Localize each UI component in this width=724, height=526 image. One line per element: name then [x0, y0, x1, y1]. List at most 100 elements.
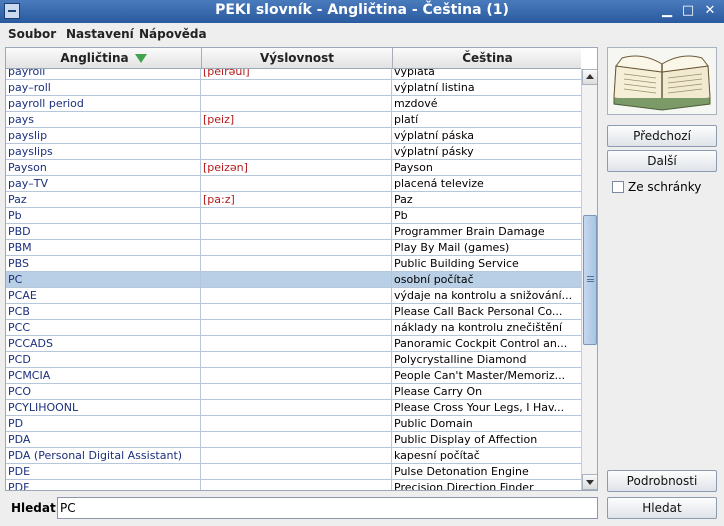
table-row[interactable]: PCD Polycrystalline Diamond	[6, 352, 581, 368]
cell-english: PCAE	[6, 288, 201, 303]
table-row[interactable]: PDA (Personal Digital Assistant) kapesní …	[6, 448, 581, 464]
cell-czech: Precision Direction Finder	[394, 481, 534, 491]
table-row[interactable]: Payson [peizən] Payson	[6, 160, 581, 176]
cell-czech: Public Building Service	[394, 257, 519, 270]
menu-nastaveni[interactable]: Nastavení	[66, 27, 134, 41]
cell-czech: Play By Mail (games)	[394, 241, 510, 254]
table-row[interactable]: PCMCIA People Can't Master/Memoriz...	[6, 368, 581, 384]
table-body: payroll [peirəul] výplata pay–roll výplatní …	[6, 69, 581, 491]
table-row[interactable]: PDF Precision Direction Finder	[6, 480, 581, 491]
cell-czech: výplatní pásky	[394, 145, 474, 158]
cell-english: PCO	[6, 384, 201, 399]
menu-soubor[interactable]: Soubor	[8, 27, 56, 41]
details-button[interactable]: Podrobnosti	[607, 470, 717, 492]
table-row[interactable]: PCYLIHOONL Please Cross Your Legs, I Hav.…	[6, 400, 581, 416]
table-row[interactable]: payroll period mzdové	[6, 96, 581, 112]
cell-english: Paz	[6, 192, 201, 207]
cell-english: PCMCIA	[6, 368, 201, 383]
cell-czech: Pb	[394, 209, 408, 222]
cell-english: PBM	[6, 240, 201, 255]
cell-english: payroll	[6, 69, 201, 79]
arrow-down-icon	[586, 480, 594, 485]
cell-czech: mzdové	[394, 97, 438, 110]
minimize-button[interactable]: ▁	[659, 3, 675, 19]
cell-english: PCB	[6, 304, 201, 319]
cell-czech: placená televize	[394, 177, 484, 190]
table-row[interactable]: PCB Please Call Back Personal Co...	[6, 304, 581, 320]
cell-czech: Programmer Brain Damage	[394, 225, 545, 238]
cell-pronunciation	[201, 208, 392, 223]
cell-pronunciation	[201, 240, 392, 255]
table-row[interactable]: pays [peiz] platí	[6, 112, 581, 128]
table-row[interactable]: PCC náklady na kontrolu znečištění	[6, 320, 581, 336]
cell-pronunciation	[201, 272, 392, 287]
column-header-czech[interactable]: Čeština	[393, 48, 582, 69]
table-row[interactable]: Pb Pb	[6, 208, 581, 224]
maximize-button[interactable]: □	[680, 3, 696, 19]
table-row[interactable]: PC osobní počítač	[6, 272, 581, 288]
search-input[interactable]	[57, 497, 598, 519]
cell-english: pays	[6, 112, 201, 127]
cell-english: PC	[6, 272, 201, 287]
scroll-thumb[interactable]	[583, 215, 597, 345]
table-row[interactable]: PD Public Domain	[6, 416, 581, 432]
table-row[interactable]: payroll [peirəul] výplata	[6, 69, 581, 80]
cell-english: payslip	[6, 128, 201, 143]
scroll-up-button[interactable]	[582, 69, 597, 85]
cell-czech: náklady na kontrolu znečištění	[394, 321, 563, 334]
cell-english: PDA	[6, 432, 201, 447]
cell-english: Payson	[6, 160, 201, 175]
table-row[interactable]: PCAE výdaje na kontrolu a snižování...	[6, 288, 581, 304]
cell-pronunciation	[201, 400, 392, 415]
cell-pronunciation: [peizən]	[201, 160, 392, 175]
window-title: PEKI slovník - Angličtina - Čeština (1)	[215, 2, 509, 18]
table-row[interactable]: PBD Programmer Brain Damage	[6, 224, 581, 240]
cell-english: PDA (Personal Digital Assistant)	[6, 448, 201, 463]
table-row[interactable]: payslips výplatní pásky	[6, 144, 581, 160]
table-row[interactable]: PBS Public Building Service	[6, 256, 581, 272]
table-row[interactable]: PCCADS Panoramic Cockpit Control an...	[6, 336, 581, 352]
table-row[interactable]: pay–roll výplatní listina	[6, 80, 581, 96]
cell-czech: Please Call Back Personal Co...	[394, 305, 563, 318]
cell-english: PDE	[6, 464, 201, 479]
cell-czech: Public Domain	[394, 417, 473, 430]
cell-english: PDF	[6, 480, 201, 490]
cell-czech: výplatní listina	[394, 81, 475, 94]
table-row[interactable]: PDA Public Display of Affection	[6, 432, 581, 448]
grip-icon	[587, 276, 594, 282]
sort-descending-icon	[134, 54, 147, 63]
cell-pronunciation	[201, 432, 392, 447]
cell-pronunciation	[201, 128, 392, 143]
cell-pronunciation	[201, 448, 392, 463]
clipboard-checkbox[interactable]	[612, 181, 624, 193]
cell-pronunciation	[201, 96, 392, 111]
cell-pronunciation	[201, 480, 392, 490]
table-row[interactable]: PBM Play By Mail (games)	[6, 240, 581, 256]
table-header: Angličtina Výslovnost Čeština	[6, 48, 581, 69]
cell-english: PBS	[6, 256, 201, 271]
cell-czech: výdaje na kontrolu a snižování...	[394, 289, 573, 302]
menu-napoveda[interactable]: Nápověda	[139, 27, 207, 41]
cell-english: PCD	[6, 352, 201, 367]
cell-english: Pb	[6, 208, 201, 223]
column-header-pronunciation[interactable]: Výslovnost	[202, 48, 393, 69]
cell-pronunciation	[201, 320, 392, 335]
vertical-scrollbar[interactable]	[581, 69, 597, 490]
table-row[interactable]: PCO Please Carry On	[6, 384, 581, 400]
close-button[interactable]: ✕	[702, 3, 718, 19]
cell-czech: výplatní páska	[394, 129, 475, 142]
search-button[interactable]: Hledat	[607, 497, 717, 519]
scroll-down-button[interactable]	[582, 474, 597, 490]
search-label: Hledat:	[11, 501, 61, 515]
cell-english: payslips	[6, 144, 201, 159]
table-row[interactable]: Paz [pa:z] Paz	[6, 192, 581, 208]
clipboard-checkbox-label[interactable]: Ze schránky	[628, 180, 701, 194]
table-row[interactable]: payslip výplatní páska	[6, 128, 581, 144]
previous-button[interactable]: Předchozí	[607, 125, 717, 147]
column-header-english[interactable]: Angličtina	[6, 48, 202, 69]
cell-pronunciation	[201, 464, 392, 479]
next-button[interactable]: Další	[607, 150, 717, 172]
table-row[interactable]: PDE Pulse Detonation Engine	[6, 464, 581, 480]
table-row[interactable]: pay–TV placená televize	[6, 176, 581, 192]
cell-english: PBD	[6, 224, 201, 239]
